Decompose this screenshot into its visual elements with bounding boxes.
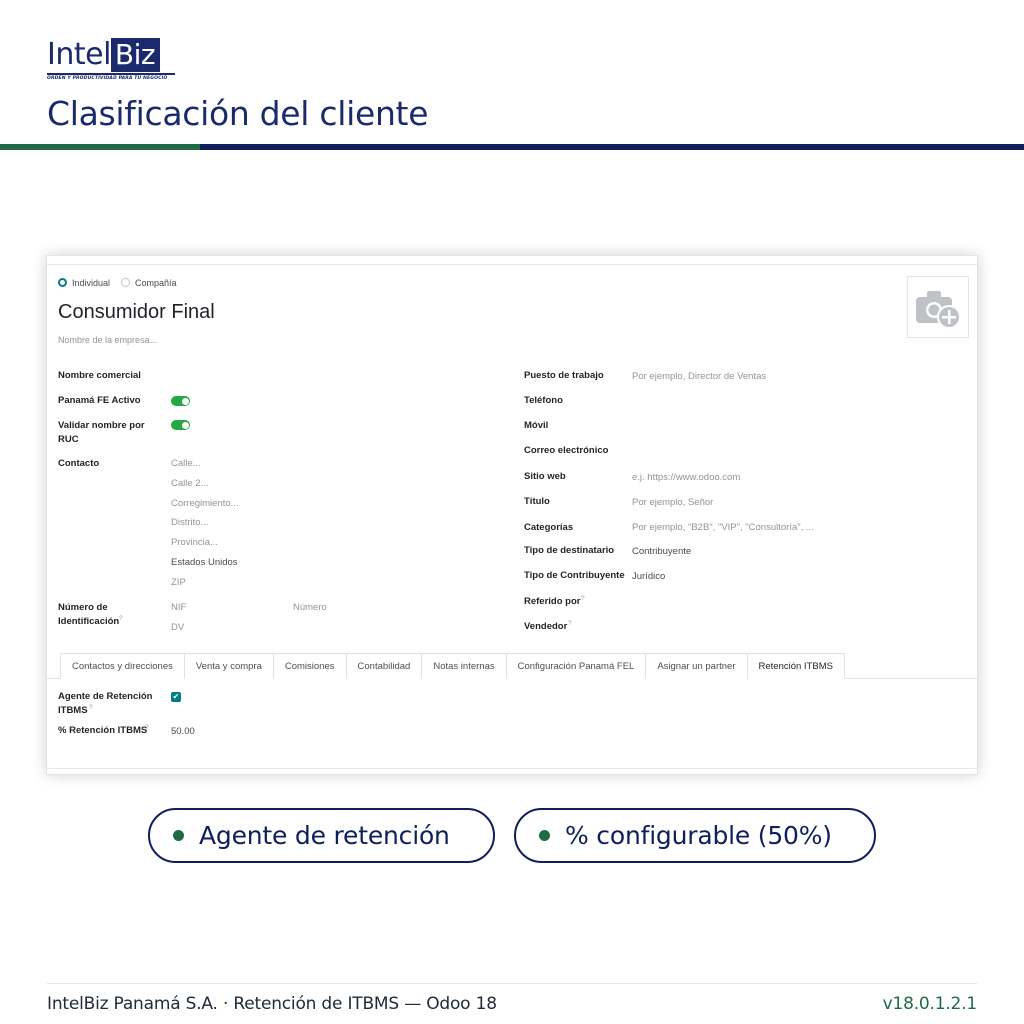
help-icon[interactable]: ? — [145, 722, 149, 734]
referido-por-label: Referido por — [524, 596, 581, 607]
bullet-dot-icon — [539, 830, 550, 841]
header-rule-navy — [200, 144, 1024, 150]
radio-company-label[interactable]: Compañía — [135, 277, 177, 289]
tipo-destinatario-field[interactable]: Contribuyente — [632, 546, 691, 558]
tab-contabilidad[interactable]: Contabilidad — [345, 653, 423, 679]
calle2-field[interactable]: Calle 2... — [171, 478, 209, 490]
help-icon[interactable]: ? — [568, 618, 572, 630]
distrito-field[interactable]: Distrito... — [171, 517, 208, 529]
titulo-field[interactable]: Por ejemplo, Señor — [632, 497, 713, 509]
contacto-label: Contacto — [58, 458, 100, 469]
porcentaje-retencion-field[interactable]: 50.00 — [171, 726, 195, 738]
movil-label: Móvil — [524, 420, 549, 431]
nombre-comercial-label: Nombre comercial — [58, 370, 141, 381]
titulo-label: Título — [524, 496, 550, 507]
tab-retencion-itbms[interactable]: Retención ITBMS — [746, 653, 845, 679]
radio-company[interactable] — [121, 278, 130, 287]
tab-contactos[interactable]: Contactos y direcciones — [60, 653, 185, 679]
form-bottom-border — [47, 768, 977, 769]
footer-version: v18.0.1.2.1 — [882, 994, 978, 1014]
camera-plus-icon — [916, 291, 961, 329]
bullet-dot-icon — [173, 830, 184, 841]
tab-venta-compra[interactable]: Venta y compra — [183, 653, 274, 679]
radio-individual[interactable] — [58, 278, 67, 287]
radio-individual-label[interactable]: Individual — [72, 277, 110, 289]
tipo-contribuyente-field[interactable]: Jurídico — [632, 571, 665, 583]
dv-field[interactable]: DV — [171, 622, 184, 634]
page-title: Clasificación del cliente — [47, 94, 429, 133]
numero-identificacion-label-line2: Identificación — [58, 616, 120, 627]
validar-ruc-toggle[interactable] — [171, 420, 190, 430]
agente-retencion-checkbox[interactable]: ✔ — [171, 692, 181, 702]
zip-field[interactable]: ZIP — [171, 577, 186, 589]
validar-ruc-label-line1: Validar nombre por — [58, 420, 145, 431]
categorias-label: Categorías — [524, 522, 574, 533]
tipo-contribuyente-label: Tipo de Contribuyente — [524, 570, 625, 581]
corregimiento-field[interactable]: Corregimiento... — [171, 498, 239, 510]
intelbiz-logo: Intel Biz ORDEN Y PRODUCTIVIDAD PARA TU … — [47, 38, 179, 84]
nif-field[interactable]: NIF — [171, 602, 186, 614]
pill-porcentaje-configurable: % configurable (50%) — [514, 808, 876, 863]
validar-ruc-label-line2: RUC — [58, 434, 79, 445]
porcentaje-retencion-label: % Retención ITBMS — [58, 725, 148, 736]
tab-comisiones[interactable]: Comisiones — [272, 653, 347, 679]
help-icon[interactable]: ? — [119, 613, 123, 625]
numero-identificacion-label-line1: Número de — [58, 602, 108, 613]
header-rule-green — [0, 144, 200, 150]
logo-underline — [47, 73, 175, 75]
tab-asignar-partner[interactable]: Asignar un partner — [645, 653, 748, 679]
categorias-field[interactable]: Por ejemplo, "B2B", "VIP", "Consultoría"… — [632, 522, 814, 534]
help-icon[interactable]: ? — [581, 593, 585, 605]
logo-text-intel: Intel — [47, 37, 111, 72]
fe-activo-label: Panamá FE Activo — [58, 395, 141, 406]
vendedor-label: Vendedor — [524, 621, 568, 632]
telefono-label: Teléfono — [524, 395, 563, 406]
fe-activo-toggle[interactable] — [171, 396, 190, 406]
puesto-trabajo-label: Puesto de trabajo — [524, 370, 604, 381]
notebook-tabs: Contactos y direcciones Venta y compra C… — [60, 653, 845, 679]
pais-field[interactable]: Estados Unidos — [171, 557, 238, 569]
provincia-field[interactable]: Provincia... — [171, 537, 218, 549]
form-top-border — [47, 264, 977, 265]
correo-label: Correo electrónico — [524, 445, 609, 456]
agente-retencion-label-line2: ITBMS — [58, 705, 88, 716]
pill-agente-retencion: Agente de retención — [148, 808, 495, 863]
photo-upload[interactable] — [907, 276, 969, 338]
tipo-destinatario-label: Tipo de destinatario — [524, 545, 615, 556]
calle-field[interactable]: Calle... — [171, 458, 201, 470]
logo-tagline: ORDEN Y PRODUCTIVIDAD PARA TU NEGOCIO — [47, 76, 168, 81]
pill-text: % configurable (50%) — [565, 821, 832, 850]
logo-text-biz: Biz — [110, 38, 161, 72]
tab-configuracion-fel[interactable]: Configuración Panamá FEL — [505, 653, 647, 679]
agente-retencion-label-line1: Agente de Retención — [58, 691, 153, 702]
partner-name-field[interactable]: Consumidor Final — [58, 299, 215, 325]
help-icon[interactable]: ? — [89, 702, 93, 714]
pill-text: Agente de retención — [199, 821, 450, 850]
partner-form-screenshot: Individual Compañía Consumidor Final Nom… — [46, 255, 978, 775]
footer-divider — [47, 983, 977, 984]
numero-field[interactable]: Número — [293, 602, 327, 614]
footer-caption: IntelBiz Panamá S.A. · Retención de ITBM… — [47, 994, 497, 1014]
tab-notas-internas[interactable]: Notas internas — [421, 653, 507, 679]
sitio-web-label: Sitio web — [524, 471, 566, 482]
sitio-web-field[interactable]: e.j. https://www.odoo.com — [632, 472, 740, 484]
puesto-trabajo-field[interactable]: Por ejemplo, Director de Ventas — [632, 371, 766, 383]
company-name-field[interactable]: Nombre de la empresa... — [58, 334, 157, 346]
